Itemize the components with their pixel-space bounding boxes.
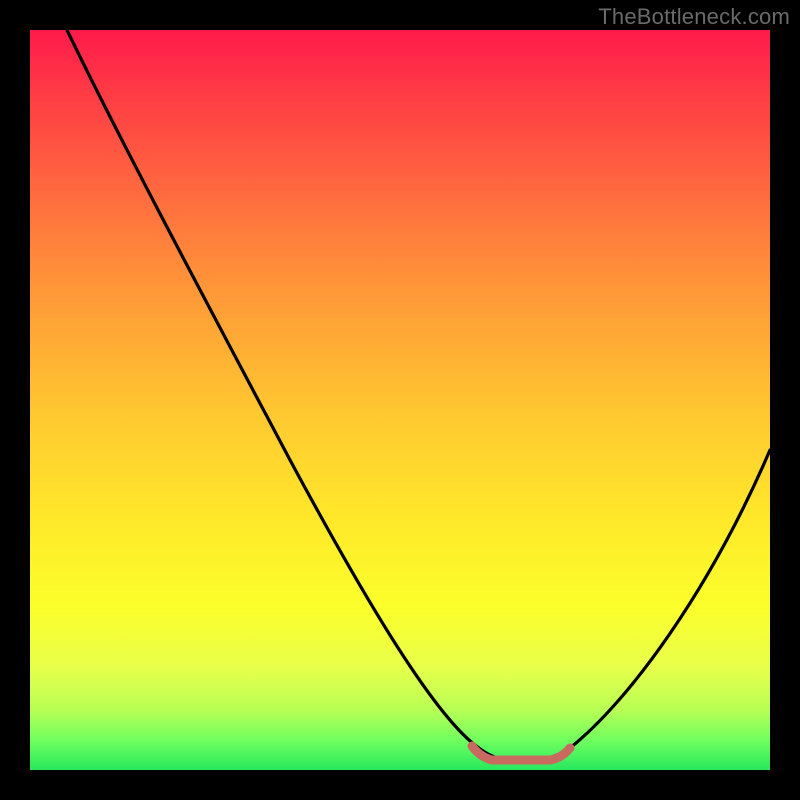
plot-area <box>30 30 770 770</box>
bottleneck-curve-path <box>67 30 770 761</box>
chart-frame: TheBottleneck.com <box>0 0 800 800</box>
watermark-text: TheBottleneck.com <box>598 4 790 30</box>
bottleneck-curve-svg <box>30 30 770 770</box>
